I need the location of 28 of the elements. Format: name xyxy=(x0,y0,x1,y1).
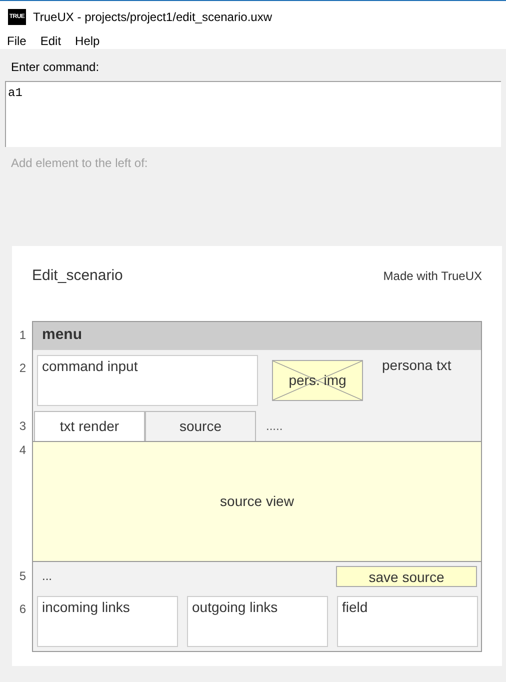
row-number: 4 xyxy=(19,442,26,458)
image-label: pers. img xyxy=(288,370,346,390)
row-number: 5 xyxy=(19,568,26,584)
source-view: source view xyxy=(32,440,482,560)
save-source-button[interactable]: save source xyxy=(336,566,477,586)
command-input-mock: command input xyxy=(37,354,258,406)
menu-item[interactable]: File xyxy=(7,32,26,50)
menu-bar-mock: menu xyxy=(32,320,482,350)
credit-text: Made with TrueUX xyxy=(383,268,482,286)
field-label: Enter command: xyxy=(11,59,100,76)
panel-box: field xyxy=(337,596,478,646)
window-title: TrueUX - projects/project1/edit_scenario.uxw xyxy=(33,8,272,26)
row-number: 3 xyxy=(19,418,26,434)
preview-title: Edit_scenario xyxy=(32,266,123,286)
menu-item[interactable]: Help xyxy=(75,32,100,50)
row-number: 1 xyxy=(19,327,26,344)
persona-text: persona txt xyxy=(382,356,452,375)
hint-text: Add element to the left of: xyxy=(11,155,148,172)
command-field[interactable]: a1 xyxy=(5,81,501,147)
row-number: 2 xyxy=(19,360,26,376)
row-number: 6 xyxy=(19,600,26,618)
menu-item[interactable]: Edit xyxy=(40,32,62,50)
panel-box: outgoing links xyxy=(187,596,328,646)
more-tabs: ..... xyxy=(266,416,283,434)
tab[interactable]: source xyxy=(145,410,256,440)
tab[interactable]: txt render xyxy=(34,410,145,440)
panel-box: incoming links xyxy=(37,596,178,646)
ellipsis-text: ... xyxy=(42,568,52,585)
